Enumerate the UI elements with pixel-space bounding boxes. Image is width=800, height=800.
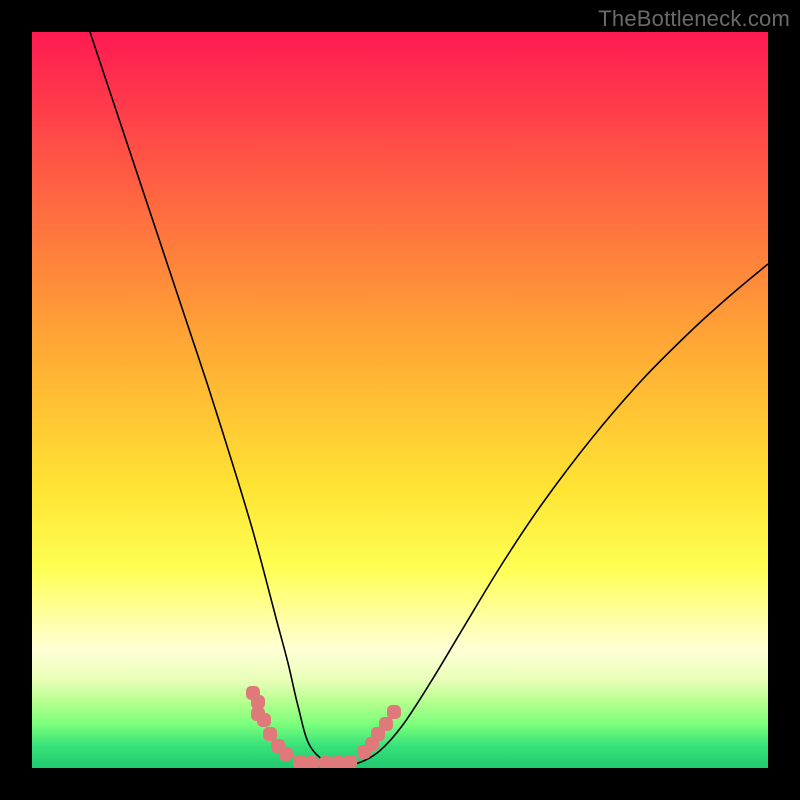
curve-marker (379, 717, 393, 731)
watermark-text: TheBottleneck.com (598, 6, 790, 32)
curve-marker (387, 705, 401, 719)
plot-area (32, 32, 768, 768)
curve-marker (279, 747, 293, 761)
curve-marker (319, 756, 333, 768)
curve-marker (343, 755, 357, 768)
curve-marker (263, 727, 277, 741)
curve-markers (246, 686, 401, 768)
curve-marker (251, 695, 265, 709)
curve-marker (331, 756, 345, 768)
curve-marker (293, 755, 307, 768)
curve-marker (257, 713, 271, 727)
chart-svg (32, 32, 768, 768)
bottleneck-curve (90, 32, 768, 767)
outer-frame: TheBottleneck.com (0, 0, 800, 800)
curve-marker (305, 756, 319, 768)
